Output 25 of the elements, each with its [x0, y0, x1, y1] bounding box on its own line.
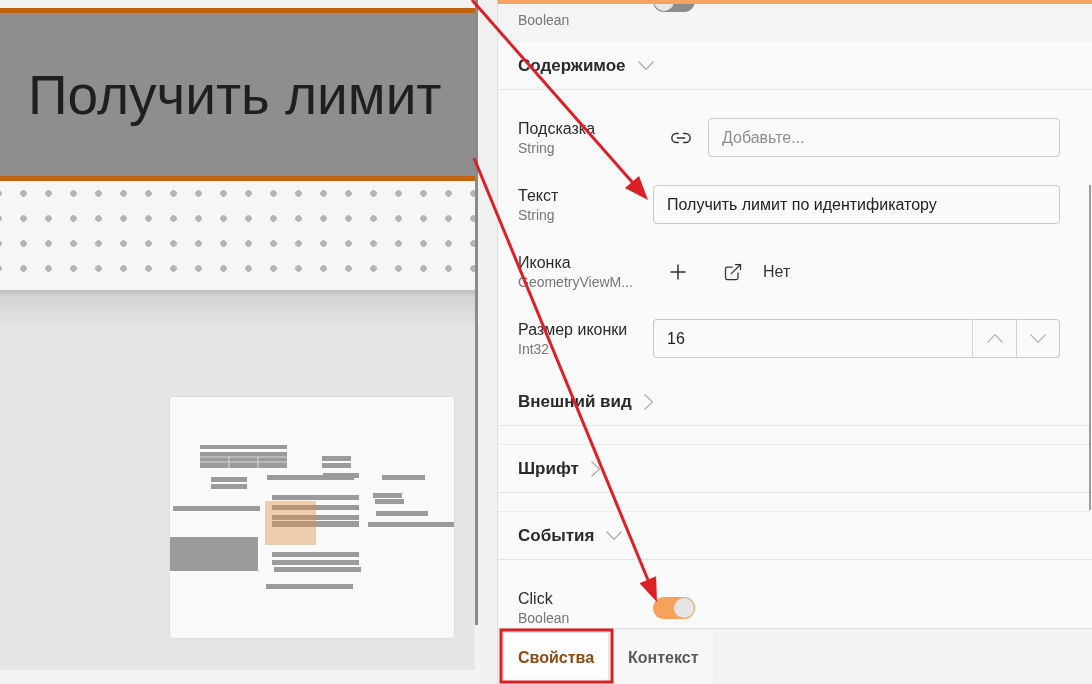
property-type: Int32	[518, 340, 551, 358]
property-name: Иконка	[518, 253, 572, 273]
icon-value: Нет	[763, 262, 791, 281]
decrement-button[interactable]	[1016, 319, 1060, 358]
external-link-icon	[723, 261, 743, 282]
increment-button[interactable]	[972, 319, 1016, 358]
scrollbar[interactable]	[1089, 185, 1091, 510]
property-type: Boolean	[518, 11, 571, 29]
property-type: String	[518, 139, 556, 157]
scrollbar[interactable]	[475, 0, 478, 625]
chevron-down-icon	[1030, 334, 1046, 343]
number-input[interactable]: 16	[653, 319, 972, 358]
canvas-node[interactable]: Получить лимит	[0, 8, 475, 181]
text-input[interactable]: Добавьте...	[708, 118, 1060, 157]
property-name: Click	[518, 589, 554, 609]
property-type: String	[518, 206, 556, 224]
property-name: Текст	[518, 186, 560, 206]
toggle-switch[interactable]	[653, 596, 695, 619]
minimap[interactable]	[169, 396, 455, 639]
panel-tab[interactable]: Контекст	[614, 632, 713, 683]
text-input[interactable]: Получить лимит по идентификатору	[653, 185, 1060, 224]
property-type: Boolean	[518, 609, 571, 627]
panel-tab[interactable]: Свойства	[503, 632, 610, 683]
node-title: Получить лимит	[28, 62, 442, 128]
chevron-up-icon	[986, 334, 1003, 343]
